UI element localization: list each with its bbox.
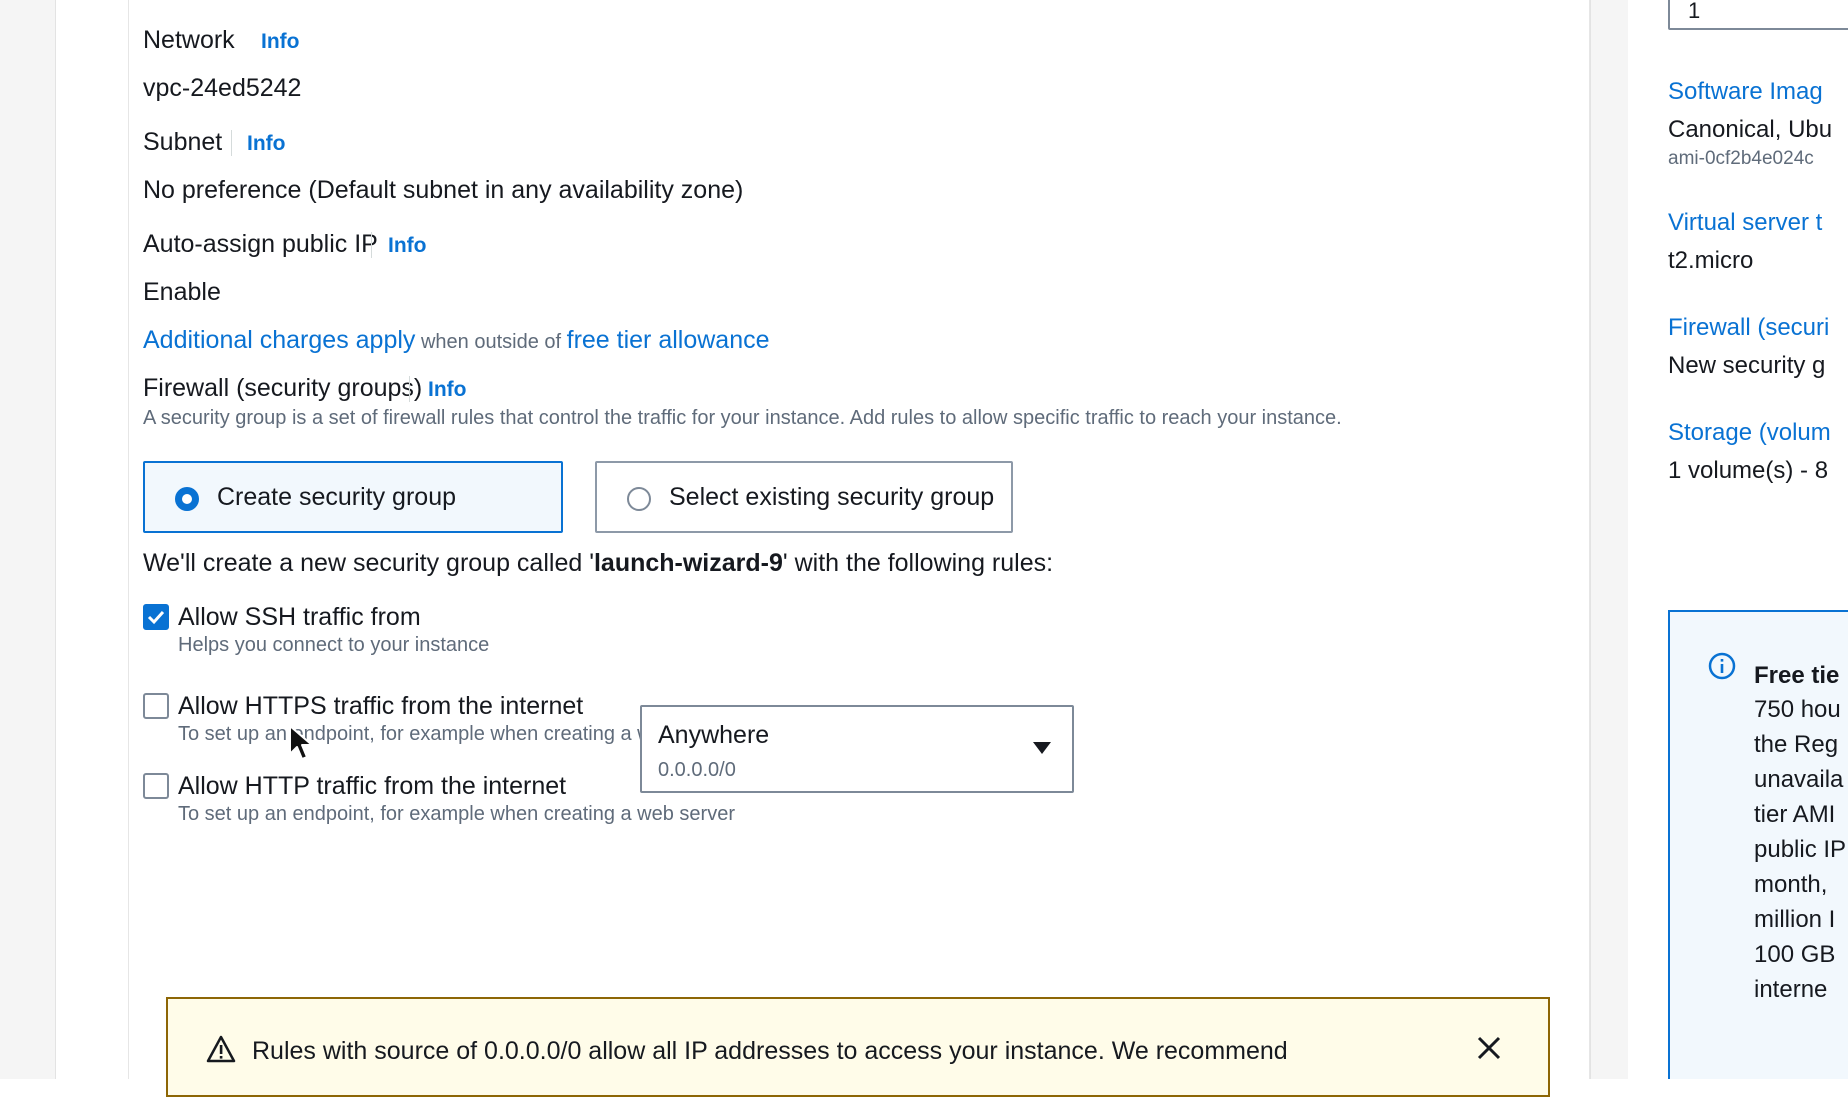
free-tier-line: 750 hou (1754, 696, 1841, 723)
create-security-group-radio[interactable] (175, 487, 199, 511)
allow-https-label[interactable]: Allow HTTPS traffic from the internet (178, 692, 583, 721)
mouse-cursor-icon (289, 725, 313, 760)
network-value: vpc-24ed5242 (143, 74, 302, 102)
network-label: Network (143, 26, 235, 54)
subnet-value: No preference (Default subnet in any ava… (143, 176, 744, 204)
ssh-source-cidr: 0.0.0.0/0 (658, 759, 736, 781)
open-source-warning-alert: Rules with source of 0.0.0.0/0 allow all… (166, 997, 1550, 1097)
summary-software-image-link[interactable]: Software Imag (1668, 78, 1823, 106)
summary-virtual-server-value: t2.micro (1668, 247, 1754, 274)
charges-note: Additional charges apply when outside of… (143, 326, 770, 355)
rules-intro-prefix: We'll create a new security group called… (143, 549, 594, 577)
subnet-label: Subnet (143, 128, 223, 156)
ssh-source-select[interactable]: Anywhere 0.0.0.0/0 (640, 705, 1074, 793)
free-tier-line: unavaila (1754, 766, 1844, 793)
auto-assign-ip-label: Auto-assign public IP (143, 230, 378, 258)
summary-software-image-value: Canonical, Ubu (1668, 116, 1833, 143)
create-security-group-option[interactable]: Create security group (143, 461, 563, 533)
free-tier-line: the Reg (1754, 731, 1839, 758)
free-tier-title: Free tie (1754, 662, 1840, 689)
summary-firewall-link[interactable]: Firewall (securi (1668, 314, 1829, 342)
summary-ami-id: ami-0cf2b4e024c (1668, 148, 1814, 169)
summary-firewall-value: New security g (1668, 352, 1826, 379)
allow-ssh-label[interactable]: Allow SSH traffic from (178, 603, 421, 632)
subnet-info-link[interactable]: Info (247, 132, 285, 156)
firewall-info-link[interactable]: Info (428, 378, 466, 402)
network-info-link[interactable]: Info (261, 30, 299, 54)
subnet-divider (231, 130, 232, 156)
network-settings-panel: Network Info vpc-24ed5242 Subnet Info No… (128, 0, 1590, 1079)
summary-storage-link[interactable]: Storage (volum (1668, 419, 1831, 447)
select-existing-security-group-option[interactable]: Select existing security group (595, 461, 1013, 533)
firewall-label: Firewall (security groups) (143, 374, 423, 402)
auto-assign-ip-value: Enable (143, 278, 221, 306)
auto-assign-ip-divider (371, 232, 372, 258)
allow-ssh-checkbox[interactable] (143, 604, 169, 630)
auto-assign-ip-info-link[interactable]: Info (388, 234, 426, 258)
allow-http-checkbox[interactable] (143, 773, 169, 799)
summary-panel: 1 Software Imag Canonical, Ubu ami-0cf2b… (1628, 0, 1848, 1079)
free-tier-info-box: Free tie 750 hou the Reg unavaila tier A… (1668, 610, 1848, 1079)
free-tier-line: 100 GB (1754, 941, 1836, 968)
page-background-left (0, 0, 56, 1079)
warning-icon (206, 1035, 236, 1063)
security-group-rules-intro: We'll create a new security group called… (143, 549, 1053, 578)
additional-charges-link[interactable]: Additional charges apply (143, 326, 415, 354)
firewall-divider (409, 376, 410, 402)
ssh-source-value: Anywhere (658, 721, 770, 749)
rules-intro-suffix: ' with the following rules: (782, 549, 1054, 577)
firewall-description: A security group is a set of firewall ru… (143, 407, 1342, 429)
free-tier-line: interne (1754, 976, 1828, 1003)
summary-storage-value: 1 volume(s) - 8 (1668, 457, 1829, 484)
checkmark-icon (147, 610, 165, 625)
instance-count-input[interactable]: 1 (1668, 0, 1848, 30)
summary-virtual-server-link[interactable]: Virtual server t (1668, 209, 1822, 237)
free-tier-line: month, (1754, 871, 1828, 898)
warning-message: Rules with source of 0.0.0.0/0 allow all… (252, 1037, 1288, 1065)
allow-http-help: To set up an endpoint, for example when … (178, 803, 735, 825)
select-existing-security-group-radio[interactable] (627, 487, 651, 511)
free-tier-allowance-link[interactable]: free tier allowance (567, 326, 770, 354)
free-tier-line: public IP (1754, 836, 1847, 863)
security-group-name: launch-wizard-9 (593, 549, 783, 577)
create-security-group-label: Create security group (217, 483, 457, 511)
allow-http-label[interactable]: Allow HTTP traffic from the internet (178, 772, 566, 801)
allow-ssh-help: Helps you connect to your instance (178, 634, 490, 656)
info-circle-icon (1708, 652, 1736, 680)
select-existing-security-group-label: Select existing security group (669, 483, 995, 511)
page-background-gutter (1590, 0, 1630, 1079)
caret-down-icon (1033, 742, 1051, 754)
allow-https-checkbox[interactable] (143, 693, 169, 719)
charges-note-text: when outside of (415, 331, 567, 353)
free-tier-line: million I (1754, 906, 1836, 933)
instance-count-value: 1 (1688, 0, 1701, 23)
close-icon[interactable] (1476, 1035, 1502, 1061)
free-tier-line: tier AMI (1754, 801, 1836, 828)
